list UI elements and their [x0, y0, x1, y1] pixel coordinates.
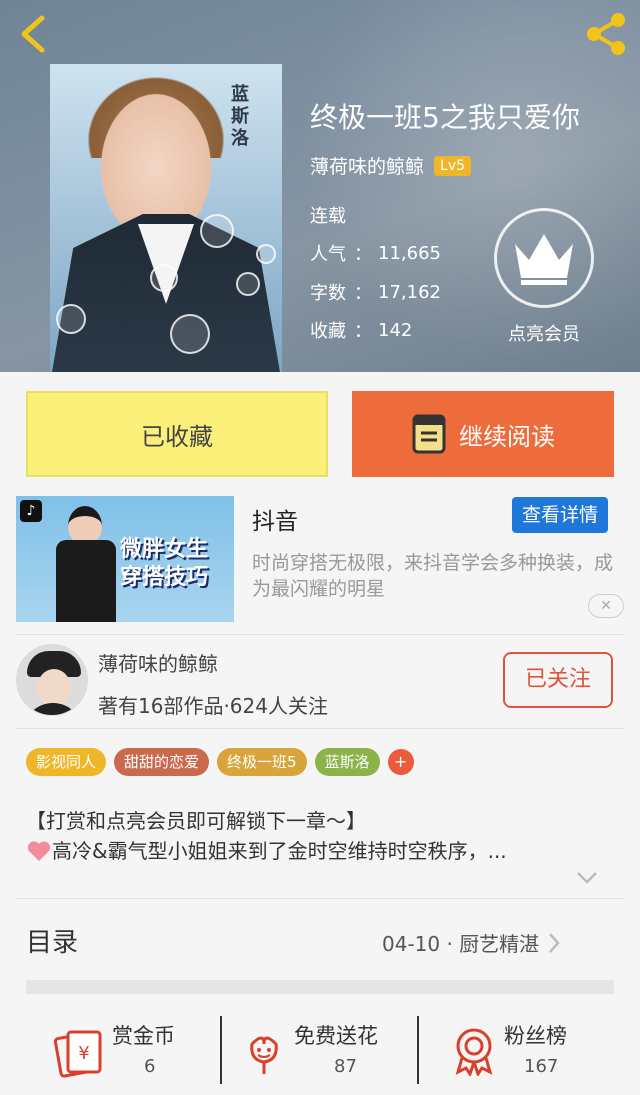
latest-chapter-link[interactable]: 04-10 · 厨艺精湛 — [382, 928, 561, 957]
author-name[interactable]: 薄荷味的鲸鲸 — [310, 152, 424, 179]
level-badge: Lv5 — [434, 155, 472, 176]
fan-count: 167 — [524, 1056, 559, 1077]
bar-separator — [220, 1016, 222, 1084]
ad-title: 抖音 — [252, 509, 298, 535]
stat-value: 142 — [378, 319, 413, 341]
award-badge-icon — [455, 1028, 493, 1076]
heart-icon — [27, 841, 51, 861]
stat-popularity: 人气 ： 11,665 — [310, 240, 441, 266]
cover-bubble — [170, 314, 210, 354]
stat-value: 17,162 — [378, 281, 441, 303]
flower-count: 87 — [334, 1056, 357, 1077]
crown-icon — [515, 234, 573, 285]
reward-coins-label: 赏金币 — [112, 1024, 175, 1048]
latest-chapter-text: 04-10 · 厨艺精湛 — [382, 932, 540, 956]
chevron-down-icon — [577, 872, 597, 884]
book-icon — [412, 414, 446, 454]
avatar-body — [23, 703, 83, 715]
author-card-meta: 著有16部作品·624人关注 — [98, 694, 328, 718]
section-separator — [26, 980, 614, 994]
ad-image[interactable]: ♪ 微胖女生穿搭技巧 — [16, 496, 234, 622]
toc-title[interactable]: 目录 — [26, 922, 78, 959]
book-cover[interactable]: 蓝斯洛 — [50, 64, 282, 372]
stat-label: 人气 — [310, 244, 346, 265]
back-button[interactable] — [14, 12, 54, 56]
stat-separator: ： — [354, 321, 372, 342]
fan-ranking-label: 粉丝榜 — [504, 1024, 567, 1048]
stat-separator: ： — [354, 244, 372, 265]
cover-bubble — [150, 264, 178, 292]
intro-line-with-heart: 高冷&霸气型小姐姐来到了金时空维持时空秩序，... — [26, 836, 616, 866]
book-title: 终极一班5之我只爱你 — [310, 101, 580, 134]
cover-bubble — [236, 272, 260, 296]
reward-coins-count: 6 — [144, 1056, 156, 1077]
cover-bubble — [200, 214, 234, 248]
follow-button[interactable]: 已关注 — [503, 652, 613, 708]
stat-favorites: 收藏 ： 142 — [310, 317, 412, 343]
avatar-face — [37, 669, 71, 707]
continue-reading-button[interactable]: 继续阅读 — [352, 391, 614, 477]
share-button[interactable] — [582, 12, 630, 56]
red-envelope-icon: ¥ — [54, 1030, 102, 1078]
intro-line: 【打赏和点亮会员即可解锁下一章～】 — [26, 809, 366, 833]
send-flower-button[interactable]: 免费送花 87 — [244, 1012, 414, 1088]
continue-reading-label: 继续阅读 — [459, 422, 555, 451]
tag-list: 影视同人 甜甜的恋爱 终极一班5 蓝斯洛 + — [26, 748, 414, 776]
status-text: 连载 — [310, 206, 346, 227]
book-intro[interactable]: 【打赏和点亮会员即可解锁下一章～】 高冷&霸气型小姐姐来到了金时空维持时空秩序，… — [26, 806, 616, 866]
collect-label: 已收藏 — [141, 422, 213, 451]
intro-line: 高冷&霸气型小姐姐来到了金时空维持时空秩序，... — [52, 839, 507, 863]
add-tag-button[interactable]: + — [387, 749, 414, 775]
tag-item[interactable]: 终极一班5 — [217, 748, 307, 776]
expand-intro-button[interactable] — [576, 870, 598, 886]
bar-separator — [417, 1016, 419, 1084]
cover-bubble — [56, 304, 86, 334]
divider — [16, 898, 624, 899]
stat-value: 11,665 — [378, 242, 441, 264]
divider — [16, 728, 624, 729]
bottom-action-bar: ¥ 赏金币 6 免费送花 87 粉丝榜 167 — [0, 1012, 640, 1095]
tag-item[interactable]: 蓝斯洛 — [314, 748, 380, 776]
stat-label: 字数 — [310, 283, 346, 304]
stat-word-count: 字数 ： 17,162 — [310, 279, 441, 305]
tag-item[interactable]: 影视同人 — [26, 748, 107, 776]
flower-icon — [250, 1036, 278, 1074]
divider — [16, 634, 624, 635]
ad-close-button[interactable]: ✕ — [588, 594, 624, 618]
author-avatar[interactable] — [16, 644, 88, 716]
tag-item[interactable]: 甜甜的恋爱 — [114, 748, 210, 776]
chevron-right-icon — [549, 932, 560, 953]
cover-character-name: 蓝斯洛 — [231, 84, 249, 149]
stat-separator: ： — [354, 283, 372, 304]
tiktok-logo-icon: ♪ — [20, 500, 42, 522]
share-icon — [587, 13, 625, 55]
cover-bubble — [256, 244, 276, 264]
ad-description: 时尚穿搭无极限，来抖音学会多种换装，成为最闪耀的明星 — [252, 552, 614, 600]
author-line: 薄荷味的鲸鲸 Lv5 — [310, 152, 472, 179]
stat-label: 收藏 — [310, 321, 346, 342]
collect-button[interactable]: 已收藏 — [26, 391, 328, 477]
svg-text:¥: ¥ — [78, 1043, 89, 1064]
reward-coins-button[interactable]: ¥ 赏金币 6 — [54, 1012, 214, 1088]
fan-ranking-button[interactable]: 粉丝榜 167 — [452, 1012, 612, 1088]
ad-model-body — [56, 540, 116, 622]
vip-label: 点亮会员 — [508, 324, 580, 345]
vip-button[interactable] — [494, 208, 594, 308]
chevron-left-icon — [21, 15, 45, 53]
ad-image-text: 微胖女生穿搭技巧 — [120, 537, 209, 590]
ad-detail-button[interactable]: 查看详情 — [512, 497, 608, 533]
book-header: 蓝斯洛 终极一班5之我只爱你 薄荷味的鲸鲸 Lv5 连载 人气 ： 11,665… — [0, 0, 640, 372]
send-flower-label: 免费送花 — [294, 1024, 378, 1048]
author-card-name[interactable]: 薄荷味的鲸鲸 — [98, 648, 218, 677]
